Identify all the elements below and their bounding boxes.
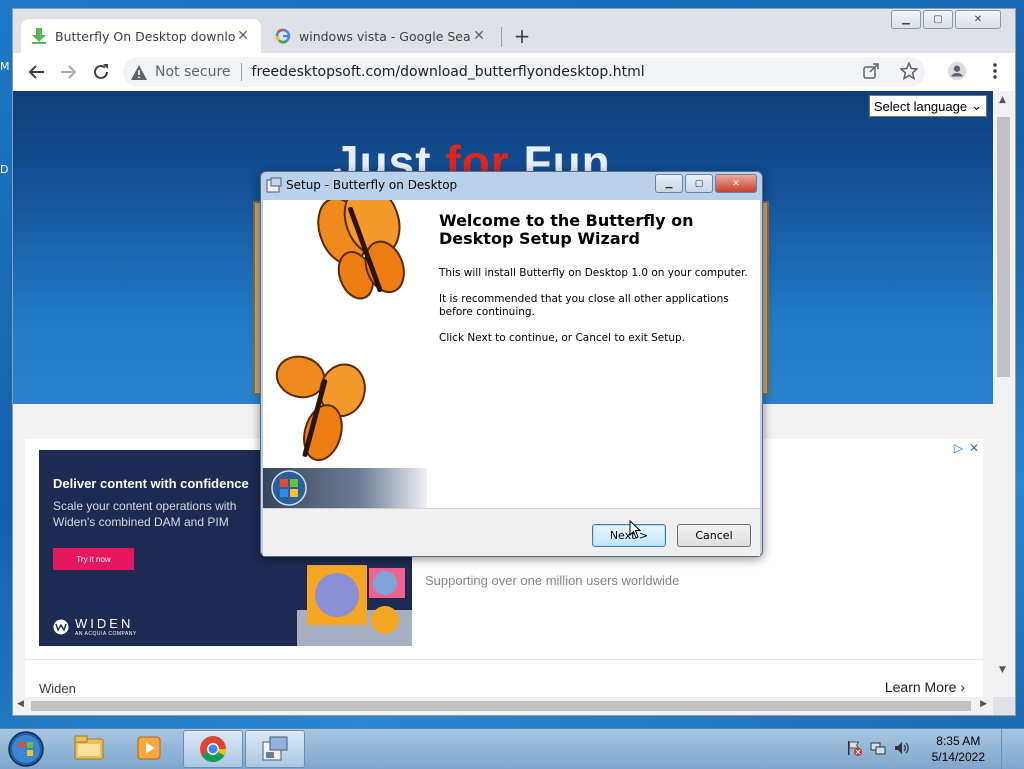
clock-time: 8:35 AM	[936, 734, 981, 748]
horizontal-scrollbar[interactable]: ◀ ▶	[13, 697, 993, 715]
dialog-title: Setup - Butterfly on Desktop	[286, 178, 458, 192]
ad-close-icon[interactable]: ✕	[969, 441, 979, 455]
chevron-down-icon: ⌄	[971, 98, 982, 113]
desktop-icon-label[interactable]: M	[0, 60, 12, 73]
browser-actions	[947, 60, 1005, 82]
dialog-window-controls: ▁ ▢ ✕	[655, 174, 757, 193]
wizard-side-image	[263, 184, 427, 508]
close-button[interactable]: ✕	[955, 10, 1001, 29]
system-tray: 8:35 AM 5/14/2022	[846, 729, 1012, 769]
scroll-left-icon[interactable]: ◀	[17, 699, 24, 709]
wizard-banner-stripe	[263, 468, 427, 508]
action-center-flag-icon[interactable]	[846, 740, 862, 759]
close-button[interactable]: ✕	[715, 174, 757, 193]
menu-kebab-icon[interactable]	[985, 60, 1005, 82]
scroll-right-icon[interactable]: ▶	[980, 699, 987, 709]
desktop-icon-label[interactable]: D	[0, 163, 12, 176]
ad-illustration	[297, 565, 412, 646]
mouse-cursor-icon	[629, 520, 642, 539]
tab-separator	[501, 27, 502, 47]
dialog-footer: Next > Cancel	[263, 508, 760, 556]
learn-more-link[interactable]: Learn More ›	[885, 679, 965, 695]
scrollbar-thumb[interactable]	[997, 117, 1010, 377]
wizard-text: It is recommended that you close all oth…	[439, 293, 729, 318]
scroll-down-icon[interactable]: ▼	[999, 665, 1006, 675]
clock-date: 5/14/2022	[931, 750, 985, 764]
browser-toolbar: Not secure freedesktopsoft.com/download_…	[13, 53, 1015, 91]
chevron-right-icon: ›	[960, 679, 965, 695]
tab-close-icon[interactable]: ✕	[235, 28, 251, 44]
profile-avatar-icon[interactable]	[947, 60, 967, 82]
ad-cta-button[interactable]: Try it now	[53, 548, 134, 570]
vertical-scrollbar[interactable]: ▲ ▼	[993, 91, 1015, 697]
security-status: Not secure	[155, 64, 231, 80]
tab-title: windows vista - Google Search	[299, 28, 471, 44]
maximize-button[interactable]: ▢	[685, 174, 713, 193]
url-text[interactable]: freedesktopsoft.com/download_butterflyon…	[252, 64, 645, 80]
tab-strip: Butterfly On Desktop download | ✕ window…	[13, 9, 1015, 53]
folder-icon	[74, 735, 104, 760]
taskbar-chrome[interactable]	[183, 730, 243, 768]
tab-google-search[interactable]: windows vista - Google Search ✕	[265, 19, 497, 53]
bookmark-star-icon[interactable]	[899, 60, 919, 82]
taskbar: 8:35 AM 5/14/2022	[0, 728, 1024, 769]
adchoices-play-icon[interactable]: ▷	[954, 441, 963, 455]
ad-choices[interactable]: ▷ ✕	[954, 441, 979, 455]
wizard-heading: Welcome to the Butterfly on Desktop Setu…	[439, 211, 694, 248]
cancel-button[interactable]: Cancel	[677, 524, 751, 547]
browser-window-controls: ▁ ▢ ✕	[891, 10, 1001, 29]
reload-icon[interactable]	[89, 60, 113, 84]
maximize-button[interactable]: ▢	[923, 10, 953, 29]
scrollbar-thumb[interactable]	[31, 701, 971, 711]
clock[interactable]: 8:35 AM 5/14/2022	[932, 733, 985, 765]
tab-title: Butterfly On Desktop download |	[55, 28, 235, 44]
dialog-titlebar[interactable]: Setup - Butterfly on Desktop ▁ ▢ ✕	[261, 172, 762, 198]
ad-headline: Deliver content with confidence	[53, 476, 249, 491]
taskbar-setup[interactable]	[245, 730, 305, 768]
setup-app-icon	[266, 177, 282, 193]
dialog-body: Welcome to the Butterfly on Desktop Setu…	[263, 184, 760, 508]
ad-tagline: Supporting over one million users worldw…	[425, 573, 680, 588]
windows-logo-icon	[271, 470, 307, 506]
share-icon[interactable]	[861, 60, 881, 82]
volume-icon[interactable]	[894, 740, 910, 759]
taskbar-media-player[interactable]	[121, 730, 179, 766]
download-icon	[31, 28, 47, 44]
back-icon[interactable]	[25, 60, 49, 84]
butterfly-image	[275, 184, 405, 462]
taskbar-explorer[interactable]	[60, 730, 118, 766]
show-desktop-button[interactable]	[1001, 729, 1012, 769]
setup-dialog: Setup - Butterfly on Desktop ▁ ▢ ✕ Welco…	[260, 171, 763, 557]
start-button-icon[interactable]	[6, 730, 46, 768]
wizard-text: This will install Butterfly on Desktop 1…	[439, 267, 748, 279]
wizard-text: Click Next to continue, or Cancel to exi…	[439, 332, 685, 344]
language-select[interactable]: Select language ⌄	[868, 95, 987, 117]
media-player-icon	[137, 736, 161, 760]
new-tab-button[interactable]: +	[509, 24, 535, 50]
tab-butterfly-download[interactable]: Butterfly On Desktop download | ✕	[21, 19, 261, 53]
ad-brand-logo: WIDEN AN ACQUIA COMPANY	[53, 616, 137, 637]
chrome-icon	[200, 736, 227, 763]
widen-logo-icon	[53, 619, 69, 634]
minimize-button[interactable]: ▁	[655, 174, 683, 193]
network-icon[interactable]	[870, 740, 886, 759]
separator	[240, 63, 242, 81]
google-icon	[275, 28, 291, 44]
setup-app-icon	[262, 736, 288, 761]
ad-subtext: Scale your content operations with Widen…	[53, 499, 237, 529]
ad-advertiser: Widen	[39, 681, 76, 696]
tab-close-icon[interactable]: ✕	[471, 28, 487, 44]
address-bar[interactable]: Not secure freedesktopsoft.com/download_…	[123, 57, 925, 87]
omnibox-actions	[861, 60, 919, 82]
forward-icon[interactable]	[56, 60, 80, 84]
warning-icon[interactable]	[131, 64, 147, 80]
ad-divider	[25, 659, 983, 660]
scroll-up-icon[interactable]: ▲	[999, 95, 1006, 105]
minimize-button[interactable]: ▁	[891, 10, 921, 29]
